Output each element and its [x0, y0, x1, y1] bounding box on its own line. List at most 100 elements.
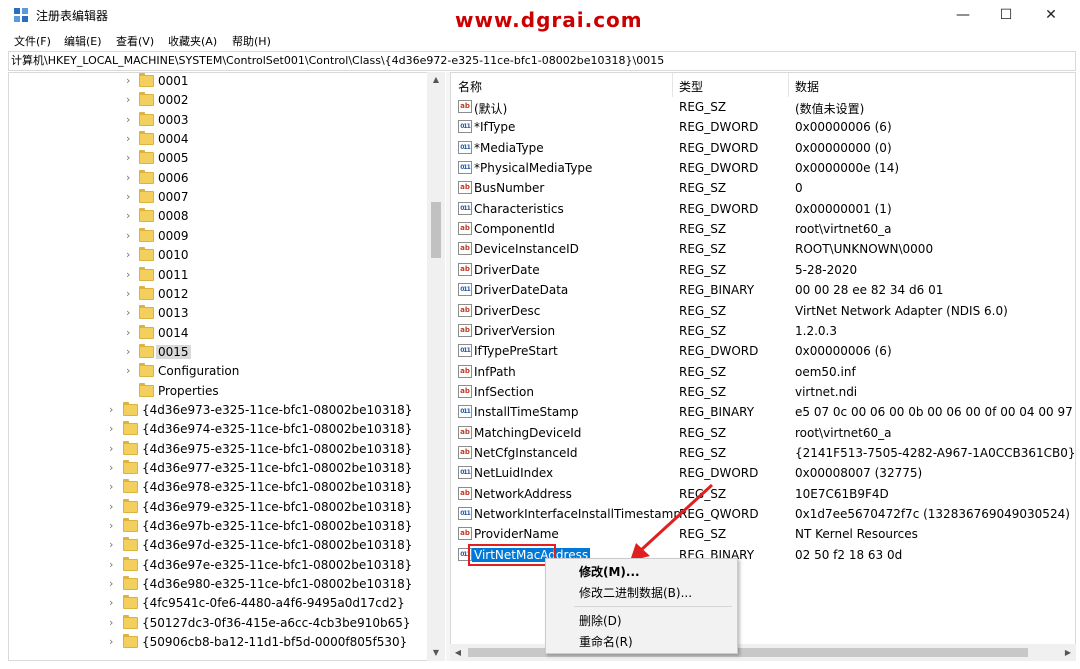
tree-item-0011[interactable]: › 0011: [9, 266, 429, 285]
tree-item-0007[interactable]: › 0007: [9, 188, 429, 207]
value-row[interactable]: ab DriverDate REG_SZ 5-28-2020: [451, 260, 1075, 280]
tree-item-0010[interactable]: › 0010: [9, 246, 429, 265]
menu-file[interactable]: 文件(F): [14, 33, 51, 49]
tree-item-0004[interactable]: › 0004: [9, 130, 429, 149]
tree-item-0015[interactable]: › 0015: [9, 343, 429, 362]
tree-item-0006[interactable]: › 0006: [9, 169, 429, 188]
expand-chevron-icon[interactable]: ›: [126, 365, 136, 377]
expand-chevron-icon[interactable]: ›: [126, 287, 136, 300]
tree-item-class-key[interactable]: › {4d36e974-e325-11ce-bfc1-08002be10318}: [9, 420, 429, 439]
expand-chevron-icon[interactable]: ›: [109, 403, 119, 416]
expand-chevron-icon[interactable]: ›: [109, 616, 119, 629]
expand-chevron-icon[interactable]: ›: [109, 462, 119, 474]
tree-item-class-key[interactable]: › {4d36e978-e325-11ce-bfc1-08002be10318}: [9, 478, 429, 497]
menu-favorites[interactable]: 收藏夹(A): [168, 33, 217, 49]
expand-chevron-icon[interactable]: ›: [126, 113, 136, 126]
value-row[interactable]: ab BusNumber REG_SZ 0: [451, 178, 1075, 198]
tree-item-class-key[interactable]: › {4d36e977-e325-11ce-bfc1-08002be10318}: [9, 459, 429, 478]
tree-scroll-thumb[interactable]: [431, 202, 441, 258]
expand-chevron-icon[interactable]: ›: [109, 481, 119, 493]
scroll-down-icon[interactable]: ▼: [427, 645, 445, 661]
scroll-up-icon[interactable]: ▲: [427, 72, 445, 88]
value-row[interactable]: 011 DriverDateData REG_BINARY 00 00 28 ee 8…: [451, 280, 1075, 300]
scroll-left-icon[interactable]: ◀: [450, 644, 466, 661]
menu-modify[interactable]: 修改(M)...: [579, 563, 640, 580]
tree-item-0013[interactable]: › 0013: [9, 304, 429, 323]
value-row[interactable]: ab ProviderName REG_SZ NT Kernel Resources: [451, 524, 1075, 544]
tree-item-0014[interactable]: › 0014: [9, 324, 429, 343]
menu-help[interactable]: 帮助(H): [232, 33, 271, 49]
expand-chevron-icon[interactable]: ›: [126, 326, 136, 339]
address-bar[interactable]: 计算机\HKEY_LOCAL_MACHINE\SYSTEM\ControlSet…: [8, 51, 1076, 71]
expand-chevron-icon[interactable]: ›: [109, 636, 119, 648]
tree-item-class-key[interactable]: › {4d36e980-e325-11ce-bfc1-08002be10318}: [9, 575, 429, 594]
tree-scrollbar[interactable]: ▲ ▼: [427, 72, 445, 661]
value-row[interactable]: ab DriverVersion REG_SZ 1.2.0.3: [451, 321, 1075, 341]
tree-item-class-key[interactable]: › {4d36e97d-e325-11ce-bfc1-08002be10318}: [9, 536, 429, 555]
tree-item-class-key[interactable]: › {50127dc3-0f36-415e-a6cc-4cb3be910b65}: [9, 614, 429, 633]
expand-chevron-icon[interactable]: ›: [126, 229, 136, 242]
tree-item-0009[interactable]: › 0009: [9, 227, 429, 246]
value-row[interactable]: 011 *MediaType REG_DWORD 0x00000000 (0): [451, 138, 1075, 158]
tree-item-0012[interactable]: › 0012: [9, 285, 429, 304]
value-row[interactable]: 011 *PhysicalMediaType REG_DWORD 0x0000000e…: [451, 158, 1075, 178]
column-name[interactable]: 名称: [458, 78, 482, 95]
tree-item-0003[interactable]: › 0003: [9, 111, 429, 130]
expand-chevron-icon[interactable]: ›: [126, 152, 136, 164]
expand-chevron-icon[interactable]: ›: [126, 94, 136, 106]
tree-item-0002[interactable]: › 0002: [9, 91, 429, 110]
expand-chevron-icon[interactable]: ›: [109, 597, 119, 609]
menu-rename[interactable]: 重命名(R): [579, 633, 633, 650]
value-row[interactable]: 011 *IfType REG_DWORD 0x00000006 (6): [451, 117, 1075, 137]
value-row[interactable]: ab ComponentId REG_SZ root\virtnet60_a: [451, 219, 1075, 239]
tree-item-configuration[interactable]: › Configuration: [9, 362, 429, 381]
tree-item-class-key[interactable]: › {50906cb8-ba12-11d1-bf5d-0000f805f530}: [9, 633, 429, 652]
tree-item-class-key[interactable]: › {4d36e97b-e325-11ce-bfc1-08002be10318}: [9, 517, 429, 536]
expand-chevron-icon[interactable]: ›: [126, 191, 136, 203]
scroll-right-icon[interactable]: ▶: [1060, 644, 1076, 661]
value-row[interactable]: ab NetworkAddress REG_SZ 10E7C61B9F4D: [451, 484, 1075, 504]
expand-chevron-icon[interactable]: ›: [126, 210, 136, 222]
expand-chevron-icon[interactable]: ›: [109, 442, 119, 455]
value-row[interactable]: ab InfPath REG_SZ oem50.inf: [451, 362, 1075, 382]
expand-chevron-icon[interactable]: ›: [126, 307, 136, 319]
column-data[interactable]: 数据: [795, 78, 819, 95]
value-row[interactable]: ab InfSection REG_SZ virtnet.ndi: [451, 382, 1075, 402]
maximize-button[interactable]: ☐: [983, 4, 1029, 26]
tree-item-class-key[interactable]: › {4d36e975-e325-11ce-bfc1-08002be10318}: [9, 440, 429, 459]
expand-chevron-icon[interactable]: ›: [109, 578, 119, 590]
tree-item-0005[interactable]: › 0005: [9, 149, 429, 168]
expand-chevron-icon[interactable]: ›: [109, 423, 119, 435]
menu-delete[interactable]: 删除(D): [579, 612, 622, 629]
minimize-button[interactable]: —: [940, 4, 986, 26]
menu-view[interactable]: 查看(V): [116, 33, 154, 49]
expand-chevron-icon[interactable]: ›: [109, 520, 119, 532]
expand-chevron-icon[interactable]: ›: [126, 249, 136, 261]
tree-item-class-key[interactable]: › {4d36e97e-e325-11ce-bfc1-08002be10318}: [9, 556, 429, 575]
tree-item-class-key[interactable]: › {4fc9541c-0fe6-4480-a4f6-9495a0d17cd2}: [9, 594, 429, 613]
value-row[interactable]: 011 NetLuidIndex REG_DWORD 0x00008007 (3277…: [451, 463, 1075, 483]
tree-item-properties[interactable]: Properties: [9, 382, 429, 401]
expand-chevron-icon[interactable]: ›: [126, 268, 136, 281]
expand-chevron-icon[interactable]: ›: [109, 539, 119, 551]
tree-item-class-key[interactable]: › {4d36e979-e325-11ce-bfc1-08002be10318}: [9, 498, 429, 517]
expand-chevron-icon[interactable]: ›: [126, 75, 136, 87]
expand-chevron-icon[interactable]: ›: [126, 171, 136, 184]
value-row[interactable]: ab DeviceInstanceID REG_SZ ROOT\UNKNOWN\000…: [451, 239, 1075, 259]
value-row[interactable]: 011 Characteristics REG_DWORD 0x00000001 (1…: [451, 199, 1075, 219]
close-button[interactable]: ✕: [1028, 4, 1074, 26]
expand-chevron-icon[interactable]: ›: [109, 500, 119, 513]
value-row[interactable]: 011 NetworkInterfaceInstallTimestamp REG_Q…: [451, 504, 1075, 524]
expand-chevron-icon[interactable]: ›: [126, 133, 136, 145]
value-row[interactable]: ab DriverDesc REG_SZ VirtNet Network Adapte…: [451, 301, 1075, 321]
value-row[interactable]: ab (默认) REG_SZ (数值未设置): [451, 97, 1075, 117]
column-type[interactable]: 类型: [679, 78, 703, 95]
value-row[interactable]: ab MatchingDeviceId REG_SZ root\virtnet60_a: [451, 423, 1075, 443]
tree-item-class-key[interactable]: › {4d36e973-e325-11ce-bfc1-08002be10318}: [9, 401, 429, 420]
tree-item-0001[interactable]: › 0001: [9, 73, 429, 91]
menu-modify-binary[interactable]: 修改二进制数据(B)...: [579, 584, 692, 601]
value-row[interactable]: 011 IfTypePreStart REG_DWORD 0x00000006 (6): [451, 341, 1075, 361]
value-row[interactable]: 011 InstallTimeStamp REG_BINARY e5 07 0c 00…: [451, 402, 1075, 422]
expand-chevron-icon[interactable]: ›: [126, 345, 136, 358]
values-horizontal-scrollbar[interactable]: ◀ ▶: [450, 644, 1076, 661]
